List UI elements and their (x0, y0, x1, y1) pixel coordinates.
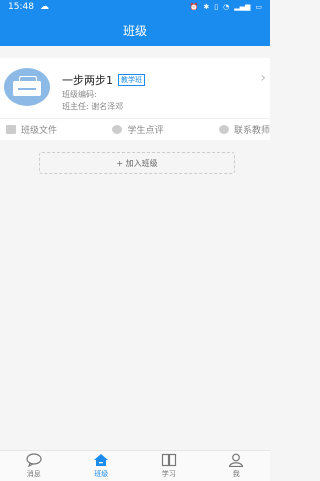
cloud-icon: ☁ (39, 2, 49, 12)
status-bar: 15:48 ☁ ⏰ ✱ ▯ ◔ ▂▄▆ ▭ (0, 0, 270, 14)
class-title-row: 一步两步1 教学班 (62, 72, 145, 88)
tab-study[interactable]: 学习 (135, 451, 203, 481)
tab-class[interactable]: 班级 (68, 451, 136, 481)
chat-bubble-icon (26, 453, 42, 467)
vibrate-icon: ▯ (214, 3, 219, 11)
tab-label: 我 (232, 470, 240, 478)
class-card[interactable]: 一步两步1 教学班 班级编码: 班主任: 谢名泽邓 (0, 58, 270, 118)
contact-icon (218, 125, 229, 134)
chevron-right-icon[interactable]: › (260, 70, 266, 86)
tab-me[interactable]: 我 (203, 451, 271, 481)
alarm-icon: ⏰ (189, 3, 199, 11)
class-type-badge: 教学班 (118, 74, 145, 86)
action-student-review[interactable]: 学生点评 (112, 123, 164, 136)
class-board-icon (13, 76, 41, 96)
class-name: 一步两步1 (62, 74, 113, 87)
action-class-files[interactable]: 班级文件 (6, 123, 57, 136)
page-title: 班级 (122, 23, 147, 38)
user-icon (229, 453, 244, 467)
action-label: 学生点评 (127, 126, 164, 136)
class-code: 班级编码: (62, 90, 97, 99)
tab-messages[interactable]: 消息 (0, 451, 68, 481)
tab-label: 班级 (94, 470, 109, 478)
bottom-tab-bar: 消息 班级 学习 我 (0, 450, 270, 481)
action-label: 班级文件 (21, 126, 58, 136)
tab-label: 消息 (26, 470, 41, 478)
class-actions: 班级文件 学生点评 联系教师 (0, 118, 270, 140)
status-icons: ⏰ ✱ ▯ ◔ ▂▄▆ ▭ (190, 3, 262, 11)
tab-label: 学习 (161, 470, 176, 478)
join-class-label: + 加入班级 (116, 158, 158, 168)
class-avatar (4, 68, 50, 106)
battery-icon: ▭ (255, 3, 262, 11)
book-icon (161, 453, 176, 467)
join-class-button[interactable]: + 加入班级 (39, 152, 235, 174)
page-header: 班级 (0, 14, 270, 46)
bluetooth-icon: ✱ (203, 3, 210, 11)
folder-icon (6, 125, 16, 134)
comment-icon (112, 125, 123, 134)
status-time: 15:48 (8, 2, 34, 12)
class-teacher: 班主任: 谢名泽邓 (62, 102, 124, 111)
action-contact-teacher[interactable]: 联系教师 (218, 123, 270, 136)
signal-icon: ▂▄▆ (234, 3, 251, 11)
house-icon (94, 454, 109, 466)
action-label: 联系教师 (233, 126, 270, 136)
wifi-icon: ◔ (223, 3, 230, 11)
